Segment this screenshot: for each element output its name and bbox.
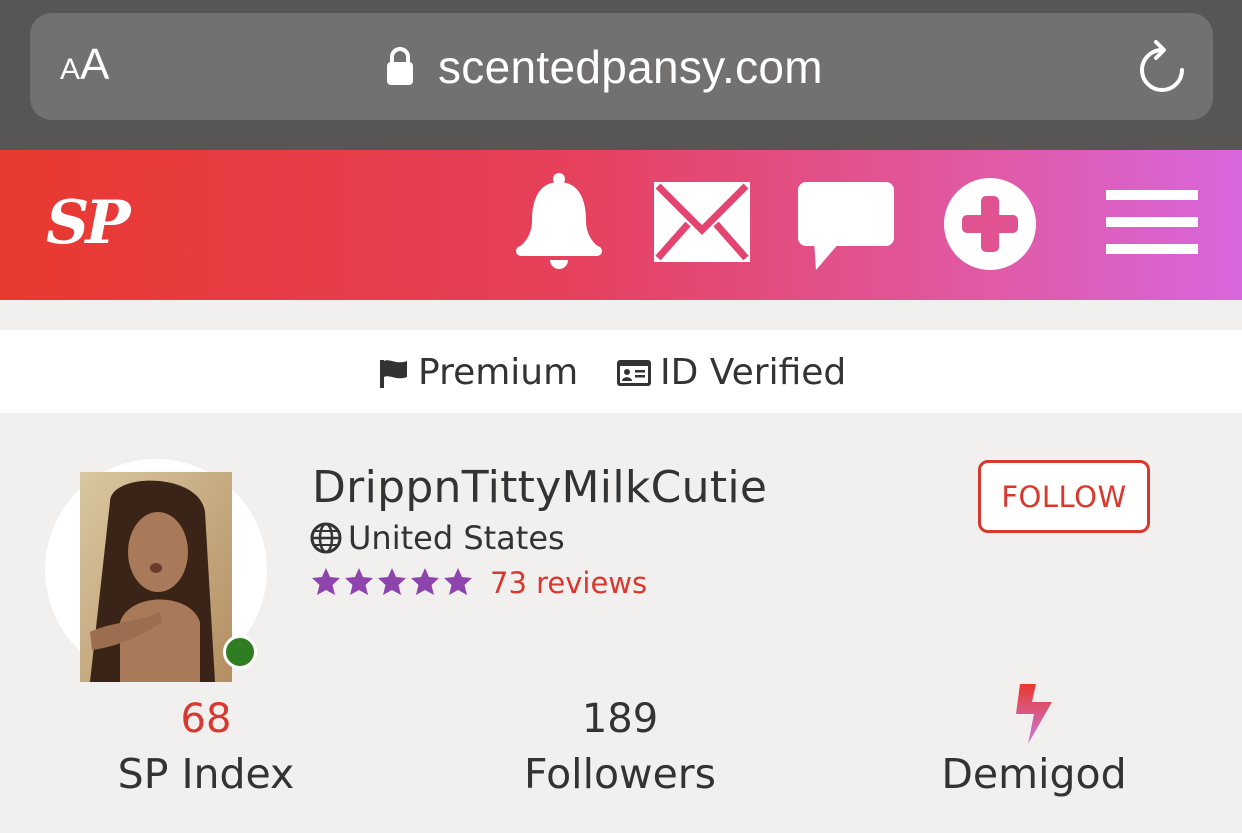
globe-icon	[310, 522, 342, 554]
lightning-bolt-icon	[1016, 684, 1052, 744]
site-logo[interactable]: SP	[46, 188, 130, 258]
reload-icon[interactable]	[1138, 40, 1186, 94]
country-label: United States	[348, 519, 565, 557]
url-text[interactable]: scentedpansy.com	[438, 40, 823, 94]
followers-label[interactable]: Followers	[470, 750, 770, 798]
username: DrippnTittyMilkCutie	[312, 462, 768, 513]
rating-stars	[310, 566, 475, 598]
sp-index-label: SP Index	[117, 750, 295, 798]
hamburger-menu-icon[interactable]	[1106, 190, 1198, 254]
flag-icon	[380, 359, 407, 388]
online-status-indicator	[223, 635, 257, 669]
reviews-link[interactable]: 73 reviews	[490, 566, 647, 600]
profile-badges: Premium ID Verified	[0, 330, 1242, 413]
id-verified-label: ID Verified	[660, 352, 847, 393]
text-size-button[interactable]: AA	[60, 40, 109, 90]
star-icon	[312, 568, 340, 595]
star-icon	[444, 568, 472, 595]
star-icon	[378, 568, 406, 595]
browser-toolbar: AA scentedpansy.com	[0, 0, 1242, 150]
id-card-icon	[617, 359, 651, 386]
level-label: Demigod	[941, 750, 1127, 798]
text-size-large-label: A	[80, 40, 110, 89]
profile-photo[interactable]	[80, 472, 232, 682]
plus-circle-icon[interactable]	[942, 176, 1038, 272]
premium-label: Premium	[418, 352, 579, 393]
lock-icon	[387, 47, 413, 85]
follow-button[interactable]: FOLLOW	[978, 460, 1150, 533]
chat-icon[interactable]	[796, 180, 896, 272]
country: United States	[310, 519, 565, 557]
sp-index-value: 68	[180, 696, 232, 742]
star-icon	[411, 568, 439, 595]
followers-count[interactable]: 189	[490, 696, 750, 742]
star-icon	[345, 568, 373, 595]
id-verified-badge: ID Verified	[616, 352, 846, 393]
app-header: SP	[0, 150, 1242, 300]
bell-icon[interactable]	[514, 172, 604, 272]
mail-icon[interactable]	[652, 180, 752, 264]
text-size-small-label: A	[60, 53, 81, 86]
premium-badge: Premium	[378, 352, 578, 393]
